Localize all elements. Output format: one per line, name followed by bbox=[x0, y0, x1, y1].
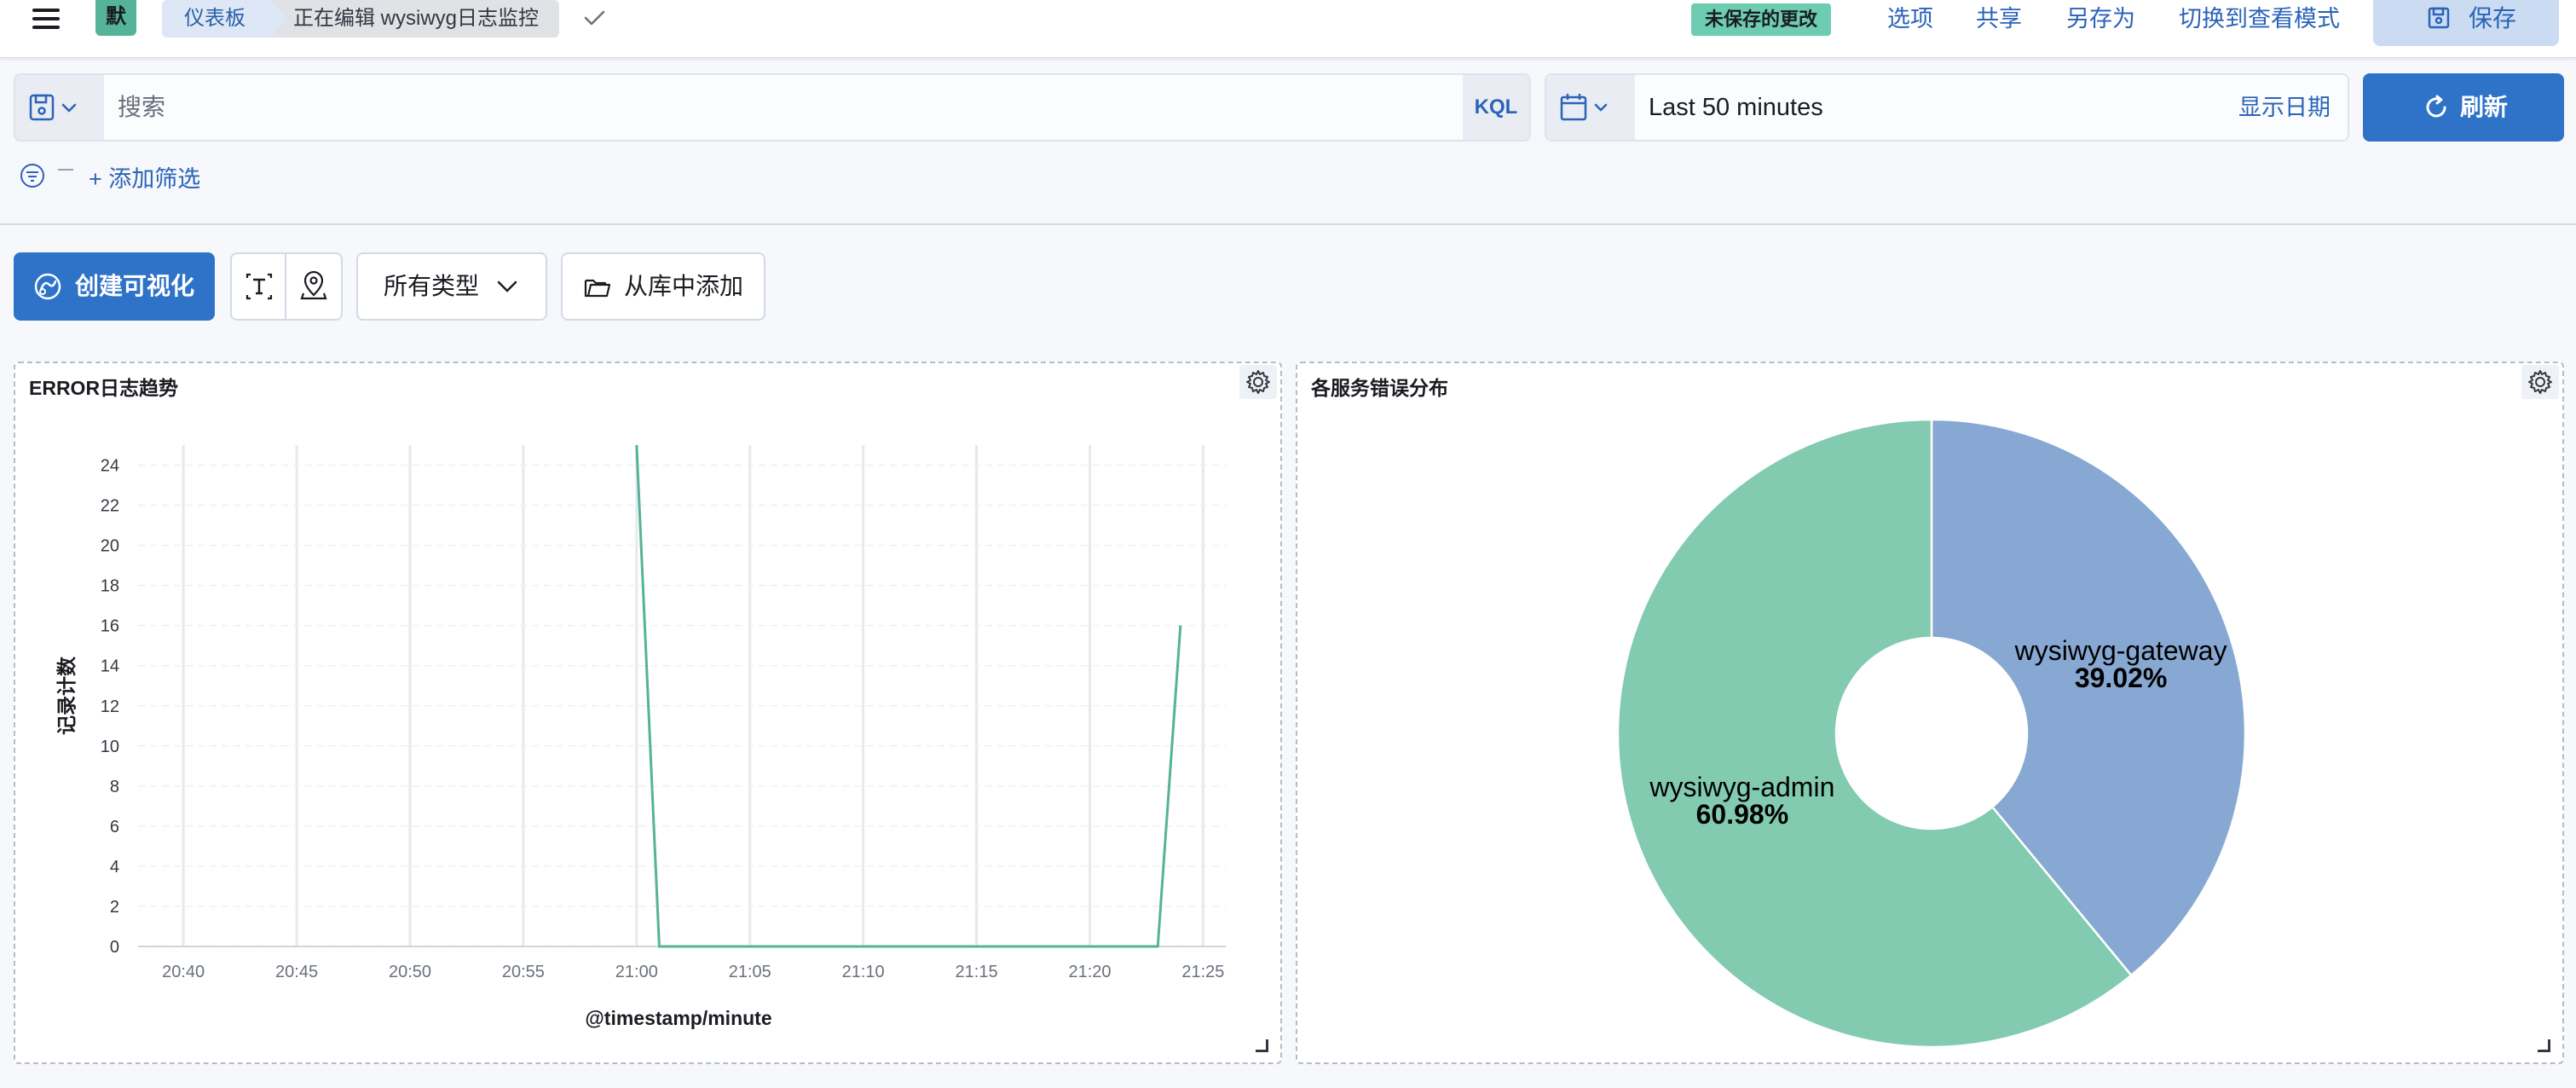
space-avatar[interactable]: 默 bbox=[95, 0, 136, 36]
y-tick-label: 20 bbox=[101, 537, 119, 556]
panel-title: 各服务错误分布 bbox=[1311, 377, 1448, 399]
save-button[interactable]: 保存 bbox=[2373, 0, 2559, 46]
saved-query-button[interactable] bbox=[15, 75, 104, 140]
add-map-button[interactable] bbox=[286, 254, 341, 319]
y-tick-label: 10 bbox=[101, 738, 119, 756]
gear-icon bbox=[2528, 370, 2552, 394]
y-tick-label: 0 bbox=[110, 938, 119, 957]
error-trend-panel: 20:40 20:45 20:50 20:55 21:00 21:05 21:10 21:15… bbox=[14, 362, 1282, 1064]
save-label: 保存 bbox=[2469, 5, 2517, 32]
map-pin-icon bbox=[300, 270, 327, 300]
filter-separator bbox=[58, 169, 73, 171]
options-link[interactable]: 选项 bbox=[1887, 0, 1933, 38]
slice-percent: 60.98% bbox=[1696, 799, 1789, 830]
x-tick-label: 21:05 bbox=[729, 963, 771, 981]
series-line bbox=[635, 444, 1182, 948]
x-tick-label: 21:10 bbox=[842, 963, 885, 981]
date-quick-menu-button[interactable] bbox=[1546, 75, 1635, 140]
x-tick-label: 21:15 bbox=[956, 963, 998, 981]
unsaved-changes-badge: 未保存的更改 bbox=[1691, 3, 1832, 36]
pie-chart: wysiwyg-gateway39.02% wysiwyg-admin60.98% bbox=[1616, 418, 2247, 1049]
y-axis-title: 记录计数 bbox=[55, 656, 78, 735]
x-tick-label: 21:20 bbox=[1068, 963, 1111, 981]
search-input[interactable] bbox=[104, 75, 1461, 140]
panel-options-button[interactable] bbox=[1239, 365, 1277, 399]
add-from-library-button[interactable]: 从库中添加 bbox=[561, 252, 765, 321]
show-dates-link[interactable]: 显示日期 bbox=[2238, 75, 2331, 140]
breadcrumb-dashboards[interactable]: 仪表板 bbox=[162, 0, 288, 38]
panel-resize-handle[interactable] bbox=[1256, 1039, 1268, 1052]
y-tick-label: 2 bbox=[110, 898, 119, 917]
y-tick-label: 22 bbox=[101, 497, 119, 516]
y-tick-label: 6 bbox=[110, 818, 119, 836]
x-tick-label: 20:40 bbox=[162, 963, 205, 981]
time-range-display[interactable]: Last 50 minutes bbox=[1649, 75, 1823, 140]
refresh-icon bbox=[2426, 95, 2446, 118]
text-icon bbox=[245, 273, 273, 300]
chevron-down-icon bbox=[497, 281, 517, 292]
refresh-label: 刷新 bbox=[2460, 94, 2509, 120]
divider bbox=[0, 223, 2576, 225]
share-link[interactable]: 共享 bbox=[1976, 0, 2022, 38]
filter-icon[interactable] bbox=[19, 162, 46, 189]
y-tick-label: 12 bbox=[101, 697, 119, 716]
y-tick-label: 8 bbox=[110, 778, 119, 796]
panel-options-button[interactable] bbox=[2521, 365, 2559, 399]
y-tick-label: 18 bbox=[101, 577, 119, 596]
x-tick-label: 20:50 bbox=[389, 963, 431, 981]
add-from-library-label: 从库中添加 bbox=[624, 273, 744, 299]
save-as-link[interactable]: 另存为 bbox=[2066, 0, 2135, 38]
check-icon[interactable] bbox=[580, 3, 609, 32]
switch-view-mode-link[interactable]: 切换到查看模式 bbox=[2179, 0, 2340, 38]
saved-query-icon bbox=[29, 94, 77, 121]
refresh-button[interactable]: 刷新 bbox=[2363, 73, 2564, 142]
slice-label: wysiwyg-gateway bbox=[2014, 635, 2227, 666]
x-tick-label: 21:00 bbox=[615, 963, 658, 981]
x-axis-title: @timestamp/minute bbox=[585, 1007, 771, 1029]
save-icon bbox=[2428, 7, 2450, 29]
folder-icon bbox=[584, 279, 611, 298]
all-types-dropdown[interactable]: 所有类型 bbox=[356, 252, 547, 321]
y-tick-label: 16 bbox=[101, 617, 119, 636]
gear-icon bbox=[1246, 370, 1270, 394]
y-tick-label: 14 bbox=[101, 657, 119, 676]
all-types-label: 所有类型 bbox=[384, 273, 480, 299]
visualize-icon bbox=[34, 273, 61, 300]
add-filter-link[interactable]: + 添加筛选 bbox=[89, 162, 200, 196]
panel-title: ERROR日志趋势 bbox=[29, 377, 179, 399]
service-error-distribution-panel: wysiwyg-gateway 39.02% wysiwyg-admin 60.98%… bbox=[1296, 362, 2564, 1064]
y-tick-label: 4 bbox=[110, 858, 119, 877]
create-visualization-label: 创建可视化 bbox=[75, 273, 195, 299]
x-tick-label: 21:25 bbox=[1181, 963, 1224, 981]
slice-label: wysiwyg-admin bbox=[1649, 772, 1834, 802]
menu-icon[interactable] bbox=[29, 3, 66, 38]
add-text-button[interactable] bbox=[232, 254, 286, 319]
kql-language-button[interactable]: KQL bbox=[1463, 75, 1529, 140]
slice-percent: 39.02% bbox=[2075, 663, 2168, 693]
line-chart: 20:40 20:45 20:50 20:55 21:00 21:05 21:10 21:15… bbox=[55, 444, 1226, 1029]
calendar-icon bbox=[1560, 94, 1608, 121]
breadcrumb-current: 正在编辑 wysiwyg日志监控 bbox=[271, 0, 560, 38]
x-tick-label: 20:55 bbox=[502, 963, 545, 981]
x-tick-label: 20:45 bbox=[275, 963, 318, 981]
create-visualization-button[interactable]: 创建可视化 bbox=[14, 252, 215, 321]
panel-resize-handle[interactable] bbox=[2538, 1039, 2550, 1052]
y-tick-label: 24 bbox=[101, 457, 119, 476]
